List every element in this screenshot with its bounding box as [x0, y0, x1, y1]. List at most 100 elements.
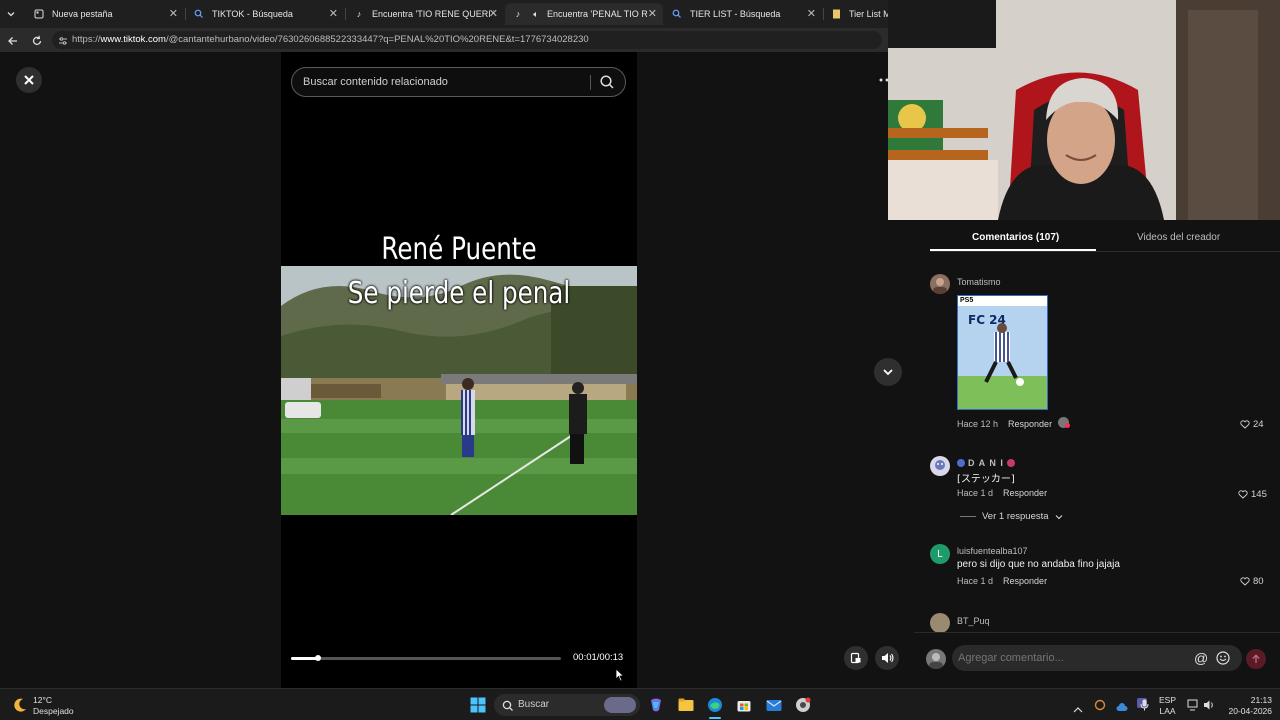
search-highlight-image [604, 697, 636, 713]
tab-title: TIKTOK - Búsqueda [212, 9, 293, 19]
file-explorer-icon[interactable] [676, 695, 696, 715]
tab-title: Nueva pestaña [52, 9, 113, 19]
close-icon [24, 75, 34, 85]
close-tab-icon[interactable]: ✕ [807, 7, 816, 20]
close-tab-icon[interactable]: ✕ [648, 7, 657, 20]
close-tab-icon[interactable]: ✕ [169, 7, 178, 20]
tab-list-button[interactable] [0, 3, 24, 25]
game-cover-art: FC 24 [958, 306, 1047, 409]
like-count[interactable]: 80 [1240, 576, 1264, 587]
avatar[interactable] [930, 274, 950, 294]
url-scheme: https:// [72, 34, 101, 45]
taskbar-search[interactable]: Buscar [494, 694, 640, 716]
webcam-overlay [888, 0, 1280, 220]
active-app-indicator [709, 717, 721, 719]
like-count[interactable]: 145 [1238, 489, 1267, 500]
comment-username[interactable]: BT_Puq [957, 616, 990, 626]
comment-username[interactable]: Tomatismo [957, 277, 1001, 287]
mouse-cursor-icon [615, 668, 625, 687]
my-avatar [926, 649, 946, 669]
volume-icon [881, 653, 893, 663]
cloud-icon[interactable] [1116, 699, 1128, 717]
clock-time: 21:13 [1250, 695, 1272, 705]
next-video-button[interactable] [874, 358, 902, 386]
view-replies-button[interactable]: Ver 1 respuesta [960, 511, 1063, 522]
language-indicator[interactable]: ESP LAA [1159, 695, 1176, 717]
sync-icon[interactable] [1094, 698, 1106, 716]
tab-2[interactable]: ♪ Encuentra 'TIO RENE QUERI TO FU ✕ [346, 3, 504, 25]
reply-button[interactable]: Responder [1003, 576, 1047, 586]
tab-4[interactable]: TIER LIST - Búsqueda ✕ [664, 3, 822, 25]
like-count-value: 145 [1251, 489, 1267, 500]
comments-panel: Comentarios (107) Videos del creador Tom… [914, 220, 1280, 688]
mail-icon[interactable] [764, 695, 784, 715]
tab-comments[interactable]: Comentarios (107) [972, 232, 1059, 243]
network-icon[interactable] [1187, 698, 1200, 716]
tab-3-active[interactable]: ♪ 🔈︎ Encuentra 'PENAL TIO RENE' ✕ [505, 3, 663, 25]
close-tab-icon[interactable]: ✕ [489, 7, 498, 20]
tab-title: Tier List Mak [849, 9, 888, 19]
close-video-button[interactable] [16, 67, 42, 93]
tab-5[interactable]: Tier List Mak [824, 3, 888, 25]
pip-button[interactable] [844, 646, 868, 670]
sticker-platform: PS5 [958, 296, 1047, 306]
view-replies-label: Ver 1 respuesta [982, 511, 1049, 522]
avatar[interactable] [930, 613, 950, 633]
comment-text: [ステッカー] [957, 474, 1015, 485]
weather-moon-icon[interactable] [10, 695, 30, 715]
comment-composer: @ [914, 632, 1280, 688]
progress-fill [291, 657, 318, 660]
lang-line2: LAA [1159, 706, 1176, 716]
search-icon[interactable] [599, 74, 615, 95]
new-tab-icon [34, 9, 44, 19]
reply-button[interactable]: Responder [1003, 488, 1047, 498]
show-hidden-icons[interactable] [1073, 700, 1083, 718]
lang-line1: ESP [1159, 695, 1177, 705]
close-tab-icon[interactable]: ✕ [329, 7, 338, 20]
comment-username[interactable]: luisfuentealba107 [957, 546, 1028, 556]
tab-1[interactable]: TIKTOK - Búsqueda ✕ [186, 3, 344, 25]
edge-icon[interactable] [705, 695, 725, 715]
url-field[interactable]: https://www.tiktok.com/@cantantehurbano/… [52, 31, 882, 49]
heart-icon [1240, 577, 1250, 586]
send-comment-button[interactable] [1246, 649, 1266, 669]
video-progress-bar[interactable] [291, 655, 561, 661]
clock[interactable]: 21:13 20-04-2026 [1222, 695, 1272, 717]
comment-meta: Hace 1 d Responder [957, 488, 1057, 498]
windows-taskbar: 12°C Despejado Buscar ESP LAA 21:13 20-0… [0, 688, 1280, 720]
mention-icon[interactable]: @ [1194, 651, 1208, 665]
tab-title: Encuentra 'PENAL TIO RENE' [547, 9, 647, 19]
reply-button[interactable]: Responder [1008, 419, 1052, 429]
emoji-icon[interactable] [1216, 651, 1230, 670]
comment-username[interactable]: D A N I [957, 458, 1015, 468]
mic-icon[interactable] [1140, 698, 1149, 716]
back-icon[interactable] [7, 34, 19, 52]
streamer-webcam-image [888, 0, 1280, 220]
url-host: www.tiktok.com [100, 34, 166, 45]
related-search-bar[interactable]: Buscar contenido relacionado [291, 67, 626, 97]
start-icon[interactable] [468, 695, 488, 715]
pink-dot-icon [1006, 459, 1015, 467]
chrome-icon[interactable] [793, 695, 813, 715]
volume-tray-icon[interactable] [1203, 698, 1216, 716]
tab-0[interactable]: Nueva pestaña ✕ [26, 3, 184, 25]
arrow-up-icon [1252, 654, 1260, 663]
avatar[interactable]: L [930, 544, 950, 564]
volume-button[interactable] [875, 646, 899, 670]
refresh-icon[interactable] [31, 34, 43, 52]
tab-title: TIER LIST - Búsqueda [690, 9, 781, 19]
tiktok-icon: ♪ [356, 9, 362, 19]
tab-creator-videos[interactable]: Videos del creador [1137, 232, 1220, 243]
weather-widget[interactable]: 12°C Despejado [33, 695, 74, 717]
search-icon [502, 699, 514, 717]
copilot-icon[interactable] [646, 695, 666, 715]
blue-dot-icon [957, 459, 965, 467]
search-placeholder: Buscar contenido relacionado [303, 76, 448, 88]
store-icon[interactable] [734, 695, 754, 715]
chevron-down-icon [7, 12, 15, 17]
like-count[interactable]: 24 [1240, 419, 1264, 430]
site-info-icon[interactable] [58, 35, 68, 49]
progress-knob[interactable] [315, 655, 321, 661]
avatar[interactable] [930, 456, 950, 476]
video-caption-title: René Puente [381, 232, 537, 267]
